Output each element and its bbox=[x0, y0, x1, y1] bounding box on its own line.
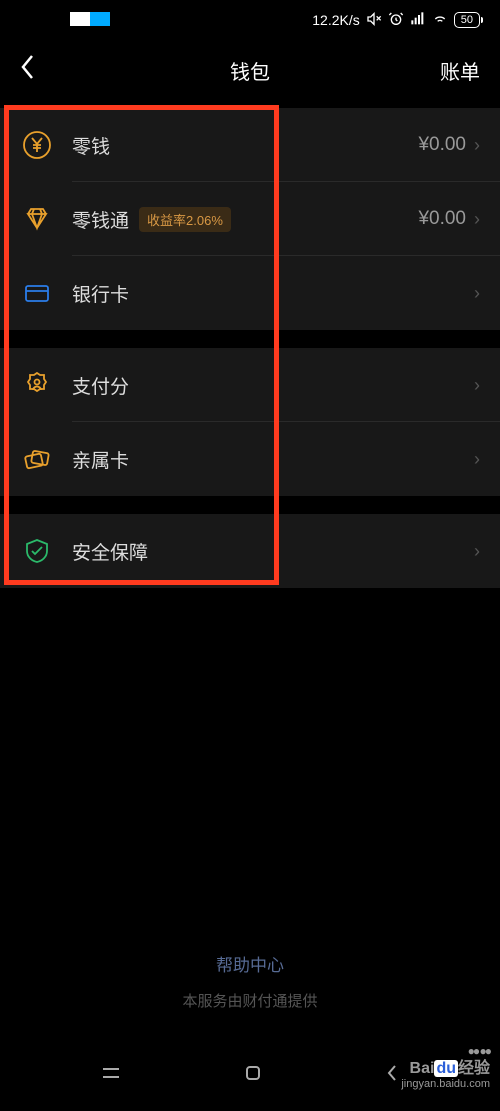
signal-icon bbox=[410, 11, 426, 30]
wallet-list: 零钱 ¥0.00 › 零钱通 收益率2.06% ¥0.00 › 银行卡 › bbox=[0, 108, 500, 330]
status-bar: 12.2K/s 50 bbox=[0, 0, 500, 40]
list-item-security[interactable]: 安全保障 › bbox=[0, 514, 500, 588]
list-item-change-plus[interactable]: 零钱通 收益率2.06% ¥0.00 › bbox=[0, 182, 500, 256]
card-icon bbox=[20, 276, 54, 310]
chevron-right-icon: › bbox=[474, 135, 480, 156]
header: 钱包 账单 bbox=[0, 40, 500, 100]
item-label: 支付分 bbox=[72, 372, 129, 399]
cards-icon bbox=[20, 442, 54, 476]
nav-back-button[interactable] bbox=[384, 1062, 400, 1090]
item-label: 安全保障 bbox=[72, 538, 148, 565]
chevron-right-icon: › bbox=[474, 375, 480, 396]
wallet-list-2: 支付分 › 亲属卡 › bbox=[0, 348, 500, 496]
yield-badge: 收益率2.06% bbox=[139, 207, 231, 232]
list-item-bank-card[interactable]: 银行卡 › bbox=[0, 256, 500, 330]
status-notification-indicator bbox=[70, 12, 110, 26]
wallet-list-3: 安全保障 › bbox=[0, 514, 500, 588]
item-label: 零钱 bbox=[72, 132, 110, 159]
badge-gear-icon bbox=[20, 368, 54, 402]
nav-recent-button[interactable] bbox=[100, 1062, 122, 1090]
chevron-right-icon: › bbox=[474, 283, 480, 304]
list-item-pay-score[interactable]: 支付分 › bbox=[0, 348, 500, 422]
footer: 帮助中心 本服务由财付通提供 bbox=[0, 951, 500, 1011]
status-speed: 12.2K/s bbox=[312, 12, 359, 28]
help-link[interactable]: 帮助中心 bbox=[0, 951, 500, 976]
wifi-icon bbox=[432, 11, 448, 30]
alarm-icon bbox=[388, 11, 404, 30]
list-item-family-card[interactable]: 亲属卡 › bbox=[0, 422, 500, 496]
paw-icon: ●● ●● bbox=[401, 1044, 490, 1058]
battery-icon: 50 bbox=[454, 12, 480, 28]
back-button[interactable] bbox=[20, 54, 36, 87]
item-value: ¥0.00 bbox=[418, 134, 466, 156]
page-title: 钱包 bbox=[230, 56, 270, 85]
diamond-icon bbox=[20, 202, 54, 236]
list-item-change[interactable]: 零钱 ¥0.00 › bbox=[0, 108, 500, 182]
chevron-right-icon: › bbox=[474, 541, 480, 562]
item-label: 亲属卡 bbox=[72, 446, 129, 473]
provider-text: 本服务由财付通提供 bbox=[182, 993, 317, 1010]
watermark: ●● ●● Baidu经验 jingyan.baidu.com bbox=[401, 1044, 490, 1091]
nav-home-button[interactable] bbox=[242, 1062, 264, 1090]
shield-icon bbox=[20, 534, 54, 568]
yen-coin-icon bbox=[20, 128, 54, 162]
item-label: 零钱通 bbox=[72, 206, 129, 233]
chevron-right-icon: › bbox=[474, 209, 480, 230]
chevron-right-icon: › bbox=[474, 449, 480, 470]
bill-button[interactable]: 账单 bbox=[440, 56, 480, 85]
item-label: 银行卡 bbox=[72, 280, 129, 307]
mute-icon bbox=[366, 11, 382, 30]
item-value: ¥0.00 bbox=[418, 208, 466, 230]
